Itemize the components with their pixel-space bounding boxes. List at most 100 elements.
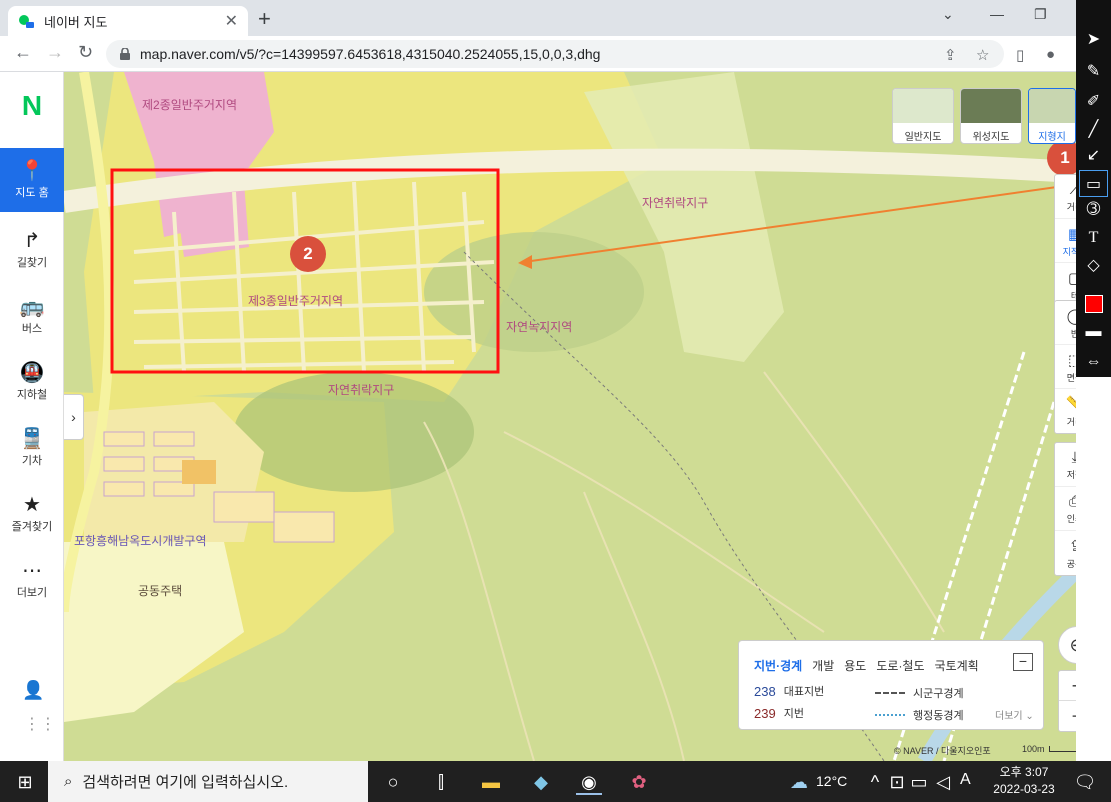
line-tool-icon[interactable]: ╱: [1079, 116, 1108, 143]
minimize-icon[interactable]: —: [990, 6, 1004, 22]
ruler-icon: ⟋: [1069, 181, 1076, 198]
expand-panel-icon[interactable]: ›: [64, 394, 84, 440]
subway-icon: 🚇: [19, 362, 45, 384]
network-icon[interactable]: ▭: [906, 769, 932, 795]
zoom-control: + −: [1058, 670, 1076, 732]
sidebar-item-label: 지하철: [16, 389, 48, 401]
clock[interactable]: 오후 3:07 2022-03-23: [984, 764, 1064, 798]
arrow-tool-icon[interactable]: ↙: [1079, 142, 1108, 169]
cursor-tool-icon[interactable]: ➤: [1079, 26, 1108, 53]
restore-icon[interactable]: ❐: [1034, 6, 1047, 23]
text-tool-icon[interactable]: T: [1079, 224, 1108, 251]
notification-icon[interactable]: 🗨: [1072, 769, 1098, 795]
share-icon[interactable]: ⇪: [944, 46, 957, 64]
legend-tabs: 지번·경계 개발 용도 도로·철도 국토계획: [754, 657, 979, 674]
eraser-tool-icon[interactable]: ◇: [1079, 252, 1108, 279]
bookmark-star-icon[interactable]: ☆: [976, 46, 989, 64]
map-label-zone3: 제3종일반주거지역: [248, 294, 343, 308]
annotation-badge-1: 1: [1047, 140, 1076, 176]
legend-tab-use[interactable]: 용도: [844, 657, 866, 674]
legend-tab-road[interactable]: 도로·철도: [876, 657, 924, 674]
sidebar-item-directions[interactable]: ↱ 길찾기: [0, 218, 64, 282]
map-type-satellite[interactable]: 위성지도: [960, 88, 1022, 144]
sidebar-item-label: 길찾기: [16, 257, 48, 269]
more-icon: ⋯: [22, 560, 42, 582]
sidebar-item-more[interactable]: ⋯ 더보기: [0, 548, 64, 612]
map-scale: 100m: [1022, 744, 1076, 754]
rectangle-tool-icon[interactable]: ▭: [1079, 170, 1108, 197]
search-icon: ⌕: [64, 773, 73, 790]
ruler-icon: 📏: [1065, 396, 1076, 413]
browser-tab[interactable]: 네이버 지도 ✕: [8, 6, 248, 36]
weather-cloud-icon: ☁: [790, 772, 808, 792]
back-icon[interactable]: ←: [14, 42, 32, 63]
map-canvas[interactable]: 제2종일반주거지역 제3종일반주거지역 자연취락지구 자연취락지구 자연녹지지역…: [64, 72, 1076, 761]
star-icon: ★: [23, 494, 41, 516]
naver-logo[interactable]: N: [0, 90, 64, 122]
reload-icon[interactable]: ↻: [78, 42, 93, 63]
swap-side-icon[interactable]: ⇔: [1079, 348, 1108, 375]
chrome-icon[interactable]: ◉: [576, 769, 602, 795]
windows-start-icon[interactable]: ⊞: [12, 769, 38, 795]
control-label: 공유: [1066, 559, 1076, 569]
map-type-label: 위성지도: [972, 132, 1010, 143]
tab-title: 네이버 지도: [44, 14, 108, 30]
legend-line-label: 행정동경계: [913, 710, 964, 722]
map-type-normal[interactable]: 일반지도: [892, 88, 954, 144]
cadastral-button[interactable]: ▦ 지적편: [1055, 219, 1076, 263]
sidebar-item-label: 더보기: [16, 587, 48, 599]
legend-more-link[interactable]: 더보기 ⌄: [995, 707, 1034, 722]
taskbar-search-box[interactable]: ⌕ 검색하려면 여기에 입력하십시오.: [48, 761, 368, 802]
sidebar-item-map-home[interactable]: 📍 지도 홈: [0, 148, 64, 212]
paint-app-icon[interactable]: ✿: [626, 769, 652, 795]
sidebar-item-subway[interactable]: 🚇 지하철: [0, 350, 64, 414]
stroke-width-icon[interactable]: ▬: [1079, 318, 1108, 345]
sidebar-item-bus[interactable]: 🚌 버스: [0, 284, 64, 348]
tab-close-icon[interactable]: ✕: [225, 11, 238, 31]
map-label-village-1: 자연취락지구: [642, 196, 709, 210]
save-button[interactable]: ⤓ 저장: [1055, 443, 1076, 487]
legend-tab-lot[interactable]: 지번·경계: [754, 657, 802, 674]
map-type-terrain[interactable]: 지형지: [1028, 88, 1076, 144]
train-icon: 🚆: [19, 428, 45, 450]
url-field[interactable]: map.naver.com/v5/?c=14399597.6453618,431…: [106, 40, 1004, 68]
new-tab-icon[interactable]: +: [258, 6, 271, 32]
zoom-in-button[interactable]: +: [1059, 671, 1076, 701]
zoom-out-button[interactable]: −: [1059, 701, 1076, 731]
forward-icon[interactable]: →: [46, 42, 64, 63]
print-button[interactable]: ⎙ 인쇄: [1055, 487, 1076, 531]
pencil-tool-icon[interactable]: ✎: [1079, 58, 1108, 85]
control-label: 지적편: [1062, 247, 1076, 257]
number-tool-icon[interactable]: ➂: [1079, 196, 1108, 223]
area-button[interactable]: ⬚ 면적: [1055, 345, 1076, 389]
task-view-icon[interactable]: ○: [380, 769, 406, 795]
legend-minimize-button[interactable]: −: [1013, 653, 1033, 671]
browser-tab-bar: 네이버 지도 ✕ + ⌄ — ❐: [0, 0, 1076, 36]
apps-grid-icon[interactable]: ⋮⋮: [24, 714, 56, 734]
notes-app-icon[interactable]: ◆: [528, 769, 554, 795]
sidebar-item-favorites[interactable]: ★ 즐겨찾기: [0, 482, 64, 546]
side-panel-icon[interactable]: ▯: [1016, 46, 1024, 64]
sidebar-item-train[interactable]: 🚆 기차: [0, 416, 64, 480]
radius-button[interactable]: ◯ 반: [1055, 301, 1076, 345]
distance-top-button[interactable]: ⟋ 거리: [1055, 175, 1076, 219]
profile-icon[interactable]: ●: [1046, 46, 1055, 63]
volume-icon[interactable]: ◁: [930, 769, 956, 795]
file-explorer-icon[interactable]: ▬: [478, 769, 504, 795]
color-swatch-icon[interactable]: [1079, 290, 1108, 317]
taskbar-app-icon[interactable]: ⫿: [428, 769, 454, 795]
user-icon[interactable]: 👤: [22, 680, 44, 701]
control-label: 면적: [1066, 373, 1076, 383]
legend-tab-dev[interactable]: 개발: [812, 657, 834, 674]
marker-tool-icon[interactable]: ✐: [1079, 88, 1108, 115]
tab-search-icon[interactable]: ⌄: [942, 6, 954, 23]
map-label-development: 포항흥해남옥도시개발구역: [74, 534, 207, 548]
grid-icon: ▦: [1067, 226, 1076, 243]
distance-button[interactable]: 📏 거리: [1055, 389, 1076, 433]
ime-indicator[interactable]: A: [960, 771, 971, 789]
share-map-button[interactable]: ⇪ 공유: [1055, 531, 1076, 575]
legend-tab-plan[interactable]: 국토계획: [935, 657, 979, 674]
sidebar-item-label: 즐겨찾기: [11, 521, 53, 533]
layers-icon: ▢: [1067, 270, 1076, 287]
annotation-toolbar: ➤ ✎ ✐ ╱ ↙ ▭ ➂ T ◇ ▬ ⇔: [1076, 0, 1111, 377]
